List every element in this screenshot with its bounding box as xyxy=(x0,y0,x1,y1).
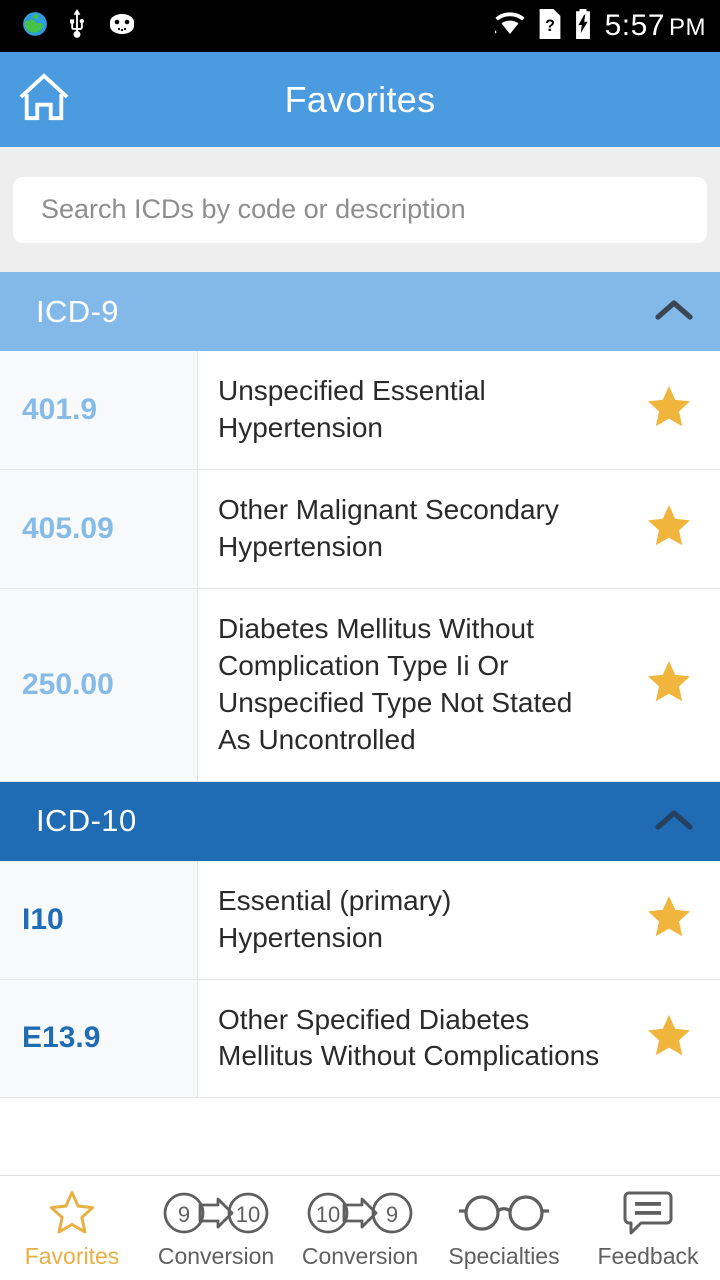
home-button[interactable] xyxy=(0,52,88,147)
nav-label-conversion-10-to-9: Conversion xyxy=(301,1242,419,1269)
icd-description: Other Specified Diabetes Mellitus Withou… xyxy=(218,1003,600,1072)
glasses-icon xyxy=(456,1187,552,1239)
favorite-star-button[interactable] xyxy=(618,589,720,781)
chevron-up-icon[interactable] xyxy=(654,807,694,836)
nav-label-specialties: Specialties xyxy=(448,1242,560,1269)
icd-code: 405.09 xyxy=(0,469,198,588)
convert-10-to-9-icon: 10 9 xyxy=(304,1187,416,1239)
svg-text:9: 9 xyxy=(178,1202,190,1227)
nav-item-conversion-10-to-9[interactable]: 10 9 Conversion xyxy=(288,1176,432,1280)
star-filled-icon xyxy=(644,1012,694,1065)
favorite-star-button[interactable] xyxy=(618,861,720,979)
status-bar-left-icons xyxy=(22,8,138,44)
star-filled-icon xyxy=(644,658,694,711)
convert-9-to-10-icon: 9 10 xyxy=(160,1187,272,1239)
nav-item-feedback[interactable]: Feedback xyxy=(576,1176,720,1280)
android-robot-icon xyxy=(106,12,138,41)
bottom-navigation: Favorites 9 10 Conversion 10 9 Conversio… xyxy=(0,1175,720,1280)
icd-description: Diabetes Mellitus Without Complication T… xyxy=(218,612,573,755)
home-icon xyxy=(17,72,71,127)
battery-charging-icon xyxy=(573,8,593,44)
svg-text:10: 10 xyxy=(236,1202,260,1227)
svg-text:9: 9 xyxy=(386,1202,398,1227)
status-bar-right-icons: ? 5:57 PM xyxy=(493,8,706,44)
globe-icon xyxy=(22,11,48,42)
star-outline-icon xyxy=(47,1187,97,1239)
section-header-icd9[interactable]: ICD-9 xyxy=(0,272,720,351)
nav-label-conversion-9-to-10: Conversion xyxy=(157,1242,275,1269)
icd-description: Other Malignant Secondary Hypertension xyxy=(218,493,559,562)
nav-item-specialties[interactable]: Specialties xyxy=(432,1176,576,1280)
nav-item-favorites[interactable]: Favorites xyxy=(0,1176,144,1280)
favorites-list: ICD-9 401.9 Unspecified Essential Hypert… xyxy=(0,272,720,1175)
chevron-up-icon[interactable] xyxy=(654,297,694,326)
app-bar: Favorites xyxy=(0,52,720,147)
icd-code: 401.9 xyxy=(0,351,198,469)
nav-label-favorites: Favorites xyxy=(24,1242,120,1269)
nav-item-conversion-9-to-10[interactable]: 9 10 Conversion xyxy=(144,1176,288,1280)
status-bar: ? 5:57 PM xyxy=(0,0,720,52)
speech-bubble-icon xyxy=(623,1187,673,1239)
search-input[interactable] xyxy=(13,176,707,243)
sim-card-missing-icon: ? xyxy=(539,8,561,44)
icd-description: Unspecified Essential Hypertension xyxy=(218,375,486,443)
star-filled-icon xyxy=(644,383,694,436)
table-row[interactable]: E13.9 Other Specified Diabetes Mellitus … xyxy=(0,979,720,1099)
star-filled-icon xyxy=(644,893,694,946)
favorite-star-button[interactable] xyxy=(618,470,720,588)
favorite-star-button[interactable] xyxy=(618,980,720,1098)
star-filled-icon xyxy=(644,502,694,555)
app-root: ? 5:57 PM Favorites Search ICDs by code … xyxy=(0,0,720,1280)
icd-description: Essential (primary) Hypertension xyxy=(218,884,452,953)
table-row[interactable]: 250.00 Diabetes Mellitus Without Complic… xyxy=(0,588,720,782)
table-row[interactable]: 401.9 Unspecified Essential Hypertension xyxy=(0,351,720,470)
icd-code: 250.00 xyxy=(0,588,198,781)
icd-code: E13.9 xyxy=(0,979,198,1098)
wifi-icon xyxy=(493,10,527,43)
section-label-icd9: ICD-9 xyxy=(36,293,119,329)
icd-code: I10 xyxy=(0,860,198,979)
section-label-icd10: ICD-10 xyxy=(36,803,137,839)
search-bar xyxy=(0,147,720,272)
page-title: Favorites xyxy=(284,78,436,120)
svg-text:?: ? xyxy=(545,16,555,34)
usb-icon xyxy=(66,8,88,44)
table-row[interactable]: 405.09 Other Malignant Secondary Hyperte… xyxy=(0,469,720,589)
section-header-icd10[interactable]: ICD-10 xyxy=(0,781,720,861)
favorite-star-button[interactable] xyxy=(618,351,720,469)
table-row[interactable]: I10 Essential (primary) Hypertension xyxy=(0,860,720,980)
status-bar-clock: 5:57 PM xyxy=(604,9,706,42)
svg-text:10: 10 xyxy=(316,1202,340,1227)
nav-label-feedback: Feedback xyxy=(597,1242,699,1269)
